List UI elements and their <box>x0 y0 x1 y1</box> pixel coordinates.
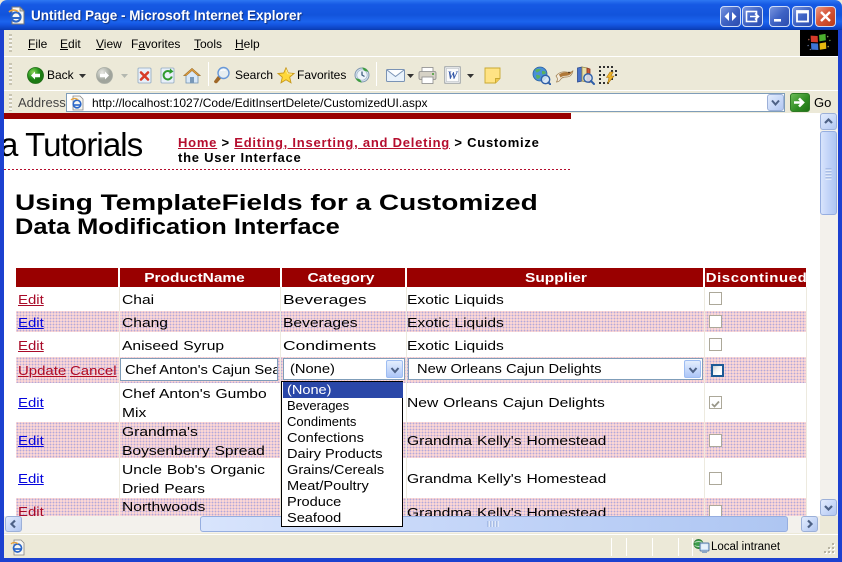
svg-text:W: W <box>447 70 458 82</box>
